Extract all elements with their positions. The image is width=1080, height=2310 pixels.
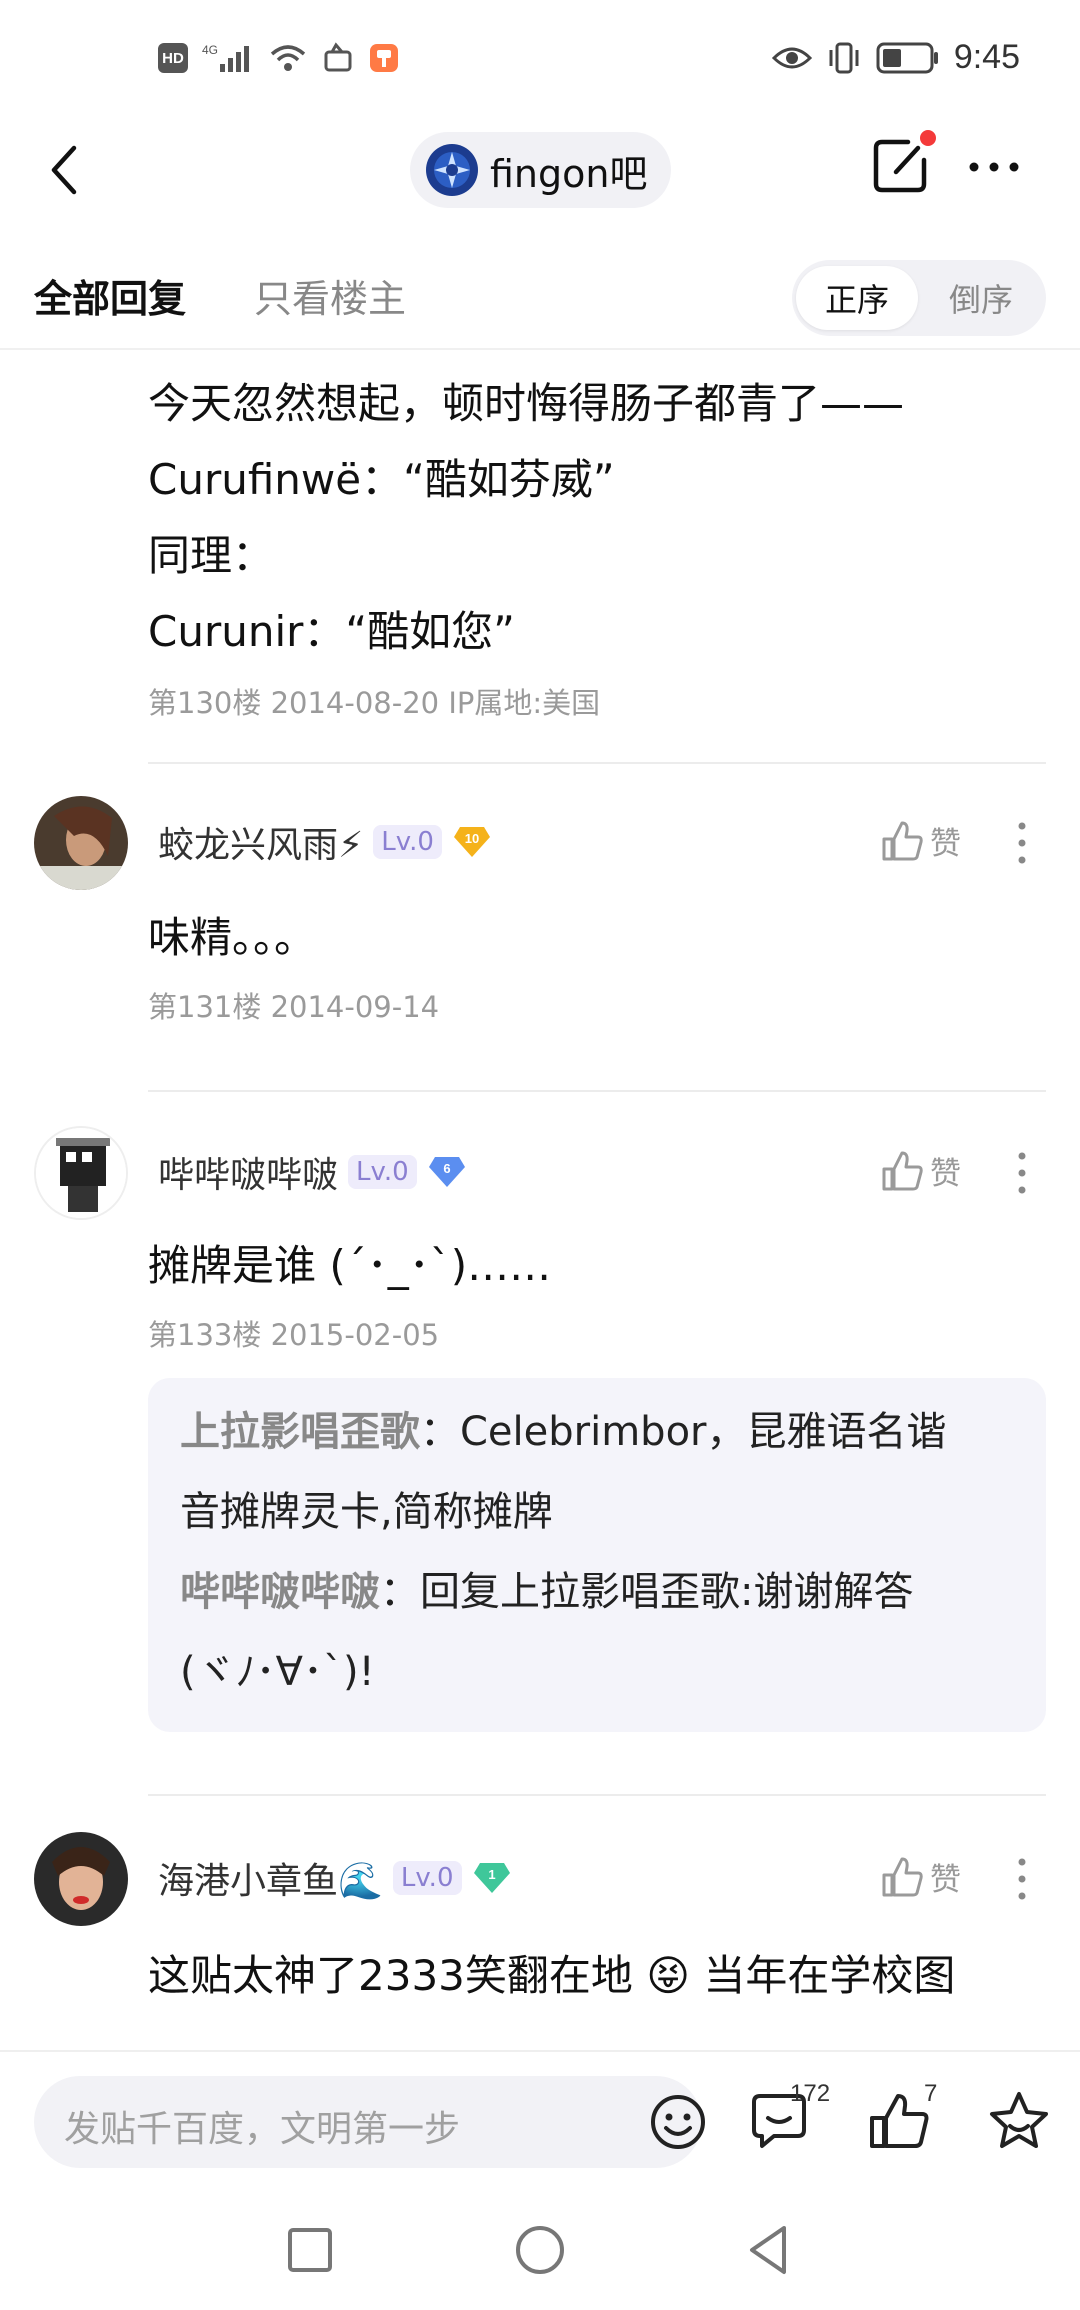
app-badge-icon [370, 44, 398, 72]
like-post-icon[interactable] [866, 2088, 932, 2154]
post-line: 同理： [148, 531, 275, 580]
wifi-icon [270, 45, 306, 71]
fan-badge-icon: 6 [428, 1157, 465, 1187]
hd-icon: HD [158, 43, 188, 73]
tab-all-replies[interactable]: 全部回复 [34, 268, 186, 323]
back-button[interactable] [40, 138, 90, 202]
comment-input[interactable]: 发贴千百度，文明第一步 [34, 2076, 705, 2168]
avatar[interactable] [34, 796, 128, 890]
thumbs-up-icon [882, 1151, 923, 1190]
more-options-button[interactable] [964, 142, 1024, 192]
comment-count: 172 [790, 2080, 831, 2107]
vibrate-icon [829, 42, 859, 73]
fan-badge-level: 6 [443, 1161, 450, 1176]
reply-options-button[interactable] [1012, 1854, 1032, 1904]
status-left-icons: HD 4G [158, 42, 400, 74]
like-count: 7 [924, 2080, 938, 2107]
like-button[interactable]: 赞 [880, 818, 961, 863]
bottom-action-bar: 发贴千百度，文明第一步 172 7 [0, 2050, 1080, 2190]
emoji-button[interactable] [648, 2092, 708, 2152]
reply-text: 味精。。。 [148, 913, 317, 962]
sub-reply-continued: (ヾﾉ･∀･`)! [180, 1649, 375, 1695]
forum-emblem-icon [434, 152, 470, 188]
user-avatar-image [36, 1128, 126, 1218]
system-back-button[interactable] [740, 2220, 800, 2280]
user-avatar-image [34, 1832, 128, 1926]
username[interactable]: 蛟龙兴风雨⚡ [158, 816, 363, 868]
username[interactable]: 海港小章鱼🌊 [158, 1852, 383, 1904]
level-tag: Lv.0 [348, 1155, 417, 1189]
sub-reply-separator: ： [380, 1569, 420, 1615]
forum-name: fingon吧 [490, 151, 648, 196]
post-line: 今天忽然想起，顿时悔得肠子都青了—— [148, 379, 905, 428]
divider [148, 1794, 1046, 1796]
sub-reply: 哔哔啵哔啵：回复上拉影唱歪歌:谢谢解答 [180, 1552, 1014, 1632]
divider [148, 1090, 1046, 1092]
sub-reply-text: Celebrimbor，昆雅语名谐 [460, 1409, 947, 1455]
like-button[interactable]: 赞 [880, 1854, 961, 1899]
divider [148, 762, 1046, 764]
notification-app-icon [324, 42, 352, 72]
comment-input-placeholder: 发贴千百度，文明第一步 [64, 2109, 461, 2150]
sort-ascending-button[interactable]: 正序 [796, 266, 918, 330]
eye-icon [771, 47, 812, 68]
reply-meta: 第131楼 2014-09-14 [148, 990, 440, 1024]
username[interactable]: 哔哔啵哔啵 [158, 1146, 338, 1198]
like-label: 赞 [930, 1156, 961, 1192]
fan-badge-icon: 10 [453, 827, 490, 857]
post-body-130: 今天忽然想起，顿时悔得肠子都青了—— Curufinwë：“酷如芬威” 同理： … [148, 366, 1048, 722]
fan-badge-icon: 1 [473, 1863, 510, 1893]
forum-logo [426, 144, 478, 196]
avatar[interactable] [34, 1126, 128, 1220]
reply-options-button[interactable] [1012, 818, 1032, 868]
sub-reply-text: 回复上拉影唱歪歌:谢谢解答 [420, 1569, 914, 1615]
user-info: 哔哔啵哔啵 Lv.0 6 [158, 1146, 467, 1198]
sub-reply-separator: ： [420, 1409, 460, 1455]
like-label: 赞 [930, 826, 961, 862]
reply-text: 这贴太神了2333笑翻在地 😝 当年在学校图 [148, 1951, 956, 2000]
post-header: fingon吧 [0, 120, 1080, 220]
post-line: Curufinwë：“酷如芬威” [148, 455, 615, 504]
user-info: 海港小章鱼🌊 Lv.0 1 [158, 1852, 512, 1904]
reply-filter-tabs: 全部回复 只看楼主 正序 倒序 [0, 240, 1080, 350]
level-tag: Lv.0 [373, 825, 442, 859]
favorite-star-icon[interactable] [986, 2088, 1052, 2154]
post-line: Curunir：“酷如您” [148, 607, 515, 656]
tab-op-only[interactable]: 只看楼主 [254, 268, 406, 323]
sub-reply: 上拉影唱歪歌：Celebrimbor，昆雅语名谐 [180, 1392, 1014, 1472]
user-avatar-image [34, 796, 128, 890]
user-info: 蛟龙兴风雨⚡ Lv.0 10 [158, 816, 492, 868]
level-tag: Lv.0 [392, 1861, 462, 1895]
forum-link[interactable]: fingon吧 [410, 132, 672, 208]
fan-badge-level: 10 [465, 831, 479, 846]
sort-toggle: 正序 倒序 [792, 260, 1046, 336]
sub-reply-author[interactable]: 哔哔啵哔啵 [180, 1569, 380, 1615]
recents-button[interactable] [280, 2220, 340, 2280]
thumbs-up-icon [882, 821, 923, 860]
notification-dot [920, 130, 936, 146]
thumbs-up-icon [882, 1857, 923, 1896]
like-label: 赞 [930, 1862, 961, 1898]
fan-badge-level: 1 [488, 1867, 495, 1882]
home-button[interactable] [510, 2220, 570, 2280]
reply-list: 今天忽然想起，顿时悔得肠子都青了—— Curufinwë：“酷如芬威” 同理： … [0, 350, 1080, 2050]
battery-icon [876, 42, 938, 73]
sub-reply-author[interactable]: 上拉影唱歪歌 [180, 1409, 420, 1455]
reply-text: 摊牌是谁 (´･_･`)…… [148, 1241, 552, 1290]
sub-replies[interactable]: 上拉影唱歪歌：Celebrimbor，昆雅语名谐 音摊牌灵卡,简称摊牌 哔哔啵哔… [148, 1378, 1046, 1732]
clock: 9:45 [953, 38, 1020, 76]
system-navigation-bar [0, 2190, 1080, 2310]
reply-meta: 第133楼 2015-02-05 [148, 1318, 440, 1352]
like-button[interactable]: 赞 [880, 1148, 961, 1193]
status-bar: HD 4G 9:45 [0, 0, 1080, 120]
post-meta: 第130楼 2014-08-20 IP属地:美国 [148, 686, 601, 720]
sub-reply-continued: 音摊牌灵卡,简称摊牌 [180, 1489, 553, 1535]
svg-text:4G: 4G [202, 43, 218, 57]
status-right-icons: 9:45 [771, 38, 1020, 77]
reply-options-button[interactable] [1012, 1148, 1032, 1198]
sort-descending-button[interactable]: 倒序 [920, 266, 1042, 330]
avatar[interactable] [34, 1832, 128, 1926]
cellular-signal-icon: 4G [202, 43, 249, 72]
